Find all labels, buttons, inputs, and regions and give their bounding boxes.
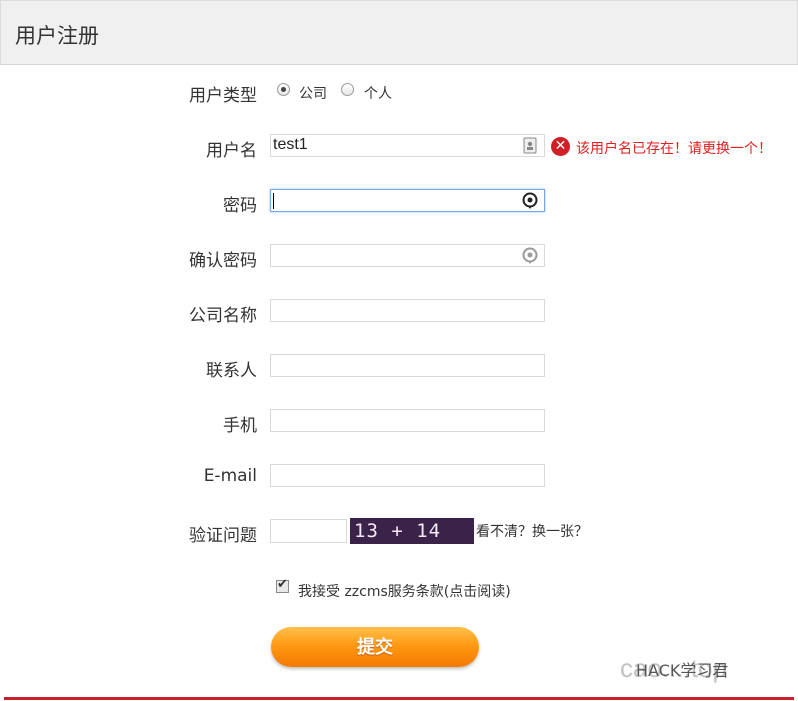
password-reveal-icon[interactable] bbox=[522, 247, 538, 264]
phone-input[interactable] bbox=[270, 409, 545, 432]
captcha-label: 验证问题 bbox=[189, 526, 257, 546]
radio-personal[interactable] bbox=[341, 83, 354, 96]
radio-company-label[interactable]: 公司 bbox=[299, 83, 327, 103]
contact-input[interactable] bbox=[270, 354, 545, 377]
page-header: 用户注册 bbox=[0, 0, 798, 65]
bottom-bar bbox=[4, 697, 794, 700]
company-name-label: 公司名称 bbox=[189, 306, 257, 326]
email-input[interactable] bbox=[270, 464, 545, 487]
password-input[interactable] bbox=[270, 189, 545, 212]
radio-personal-label[interactable]: 个人 bbox=[364, 83, 392, 103]
password-reveal-icon[interactable] bbox=[522, 192, 538, 209]
username-input[interactable]: test1 bbox=[270, 134, 545, 157]
radio-company[interactable] bbox=[277, 83, 290, 96]
company-name-input[interactable] bbox=[270, 299, 545, 322]
contact-label: 联系人 bbox=[206, 361, 257, 381]
username-label: 用户名 bbox=[206, 141, 257, 161]
captcha-image-text: 13 + 14 =? bbox=[354, 520, 442, 544]
phone-label: 手机 bbox=[223, 416, 257, 436]
submit-button[interactable]: 提交 bbox=[271, 627, 479, 667]
id-card-icon bbox=[523, 137, 537, 154]
watermark-brand: HACK学习君 bbox=[636, 661, 729, 680]
password-label: 密码 bbox=[223, 196, 257, 216]
username-value: test1 bbox=[273, 136, 308, 153]
captcha-refresh-link[interactable]: 看不清？换一张？ bbox=[476, 521, 588, 541]
text-caret bbox=[273, 193, 274, 209]
confirm-password-input[interactable] bbox=[270, 244, 545, 267]
captcha-input[interactable] bbox=[270, 519, 347, 543]
page-title: 用户注册 bbox=[15, 24, 99, 48]
error-icon: ✕ bbox=[551, 137, 570, 156]
agree-checkbox[interactable] bbox=[276, 577, 289, 593]
confirm-password-label: 确认密码 bbox=[189, 251, 257, 271]
email-label: E-mail bbox=[203, 466, 257, 486]
user-type-label: 用户类型 bbox=[189, 86, 257, 106]
captcha-image[interactable]: 13 + 14 =? bbox=[350, 518, 474, 544]
username-error-text: 该用户名已存在！请更换一个！ bbox=[576, 141, 772, 157]
agree-terms-link[interactable]: 我接受 zzcms服务条款(点击阅读) bbox=[298, 581, 511, 601]
